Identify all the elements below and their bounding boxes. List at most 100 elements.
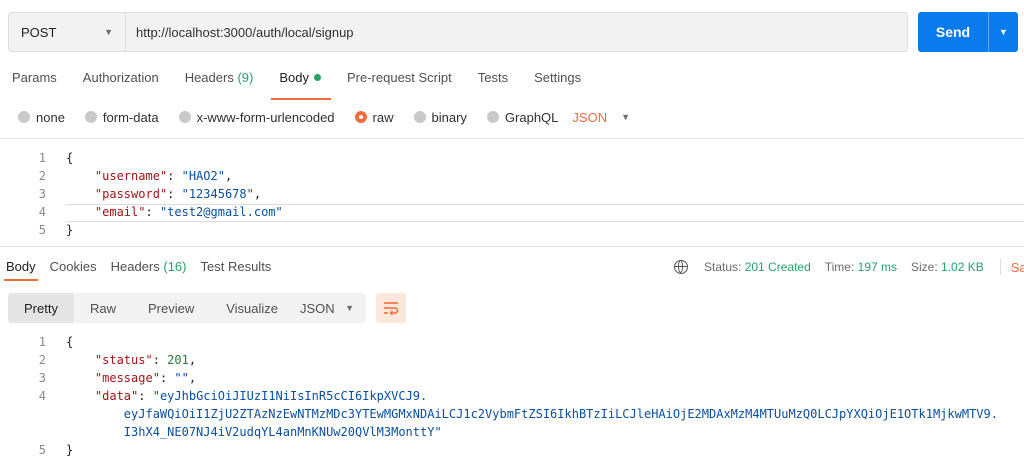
body-type-radios: none form-data x-www-form-urlencoded raw…	[18, 108, 630, 126]
json-key: "email"	[94, 205, 146, 219]
code-line: 1{	[0, 149, 283, 167]
json-value: "eyJhbGciOiJIUzI1NiIsInR5cCI6IkpXVCJ9.	[152, 389, 428, 403]
send-button[interactable]: Send	[918, 12, 988, 52]
tab-label: Headers	[184, 70, 234, 85]
json-brace: {	[66, 151, 74, 165]
request-tabs: Params Authorization Headers (9) Body Pr…	[0, 70, 595, 100]
radio-form-data[interactable]: form-data	[84, 109, 159, 125]
response-view-tabs: Pretty Raw Preview Visualize	[8, 293, 295, 323]
tab-label: Body	[279, 70, 309, 85]
json-value: "test2@gmail.com"	[159, 205, 283, 219]
view-tab-visualize[interactable]: Visualize	[210, 293, 294, 323]
radio-label: form-data	[102, 109, 159, 125]
tab-cookies[interactable]: Cookies	[44, 259, 105, 274]
radio-circle-icon	[178, 111, 191, 123]
status-info: Status: 201 Created	[704, 260, 811, 274]
wrap-lines-icon	[384, 302, 399, 315]
radio-x-www-form-urlencoded[interactable]: x-www-form-urlencoded	[178, 109, 335, 125]
radio-graphql[interactable]: GraphQL	[486, 110, 558, 125]
json-key: "data"	[94, 389, 139, 403]
code-line: 4 "data": "eyJhbGciOiJIUzI1NiIsInR5cCI6I…	[0, 387, 998, 405]
size-info: Size: 1.02 KB	[911, 260, 984, 274]
globe-icon[interactable]	[674, 260, 688, 274]
method-label: POST	[21, 24, 57, 40]
method-select[interactable]: POST ▼	[9, 13, 126, 51]
tab-label: Test Results	[200, 259, 272, 274]
request-body-editor[interactable]: 1{ 2 "username": "HAO2", 3 "password": "…	[0, 149, 283, 239]
radio-circle-icon	[413, 111, 426, 123]
headers-count: (16)	[163, 259, 187, 274]
radio-circle-icon	[18, 111, 30, 123]
tab-response-body[interactable]: Body	[0, 259, 44, 281]
view-tab-raw[interactable]: Raw	[74, 293, 132, 323]
tab-headers[interactable]: Headers (9)	[173, 70, 268, 96]
json-value: ""	[174, 371, 189, 385]
tab-params[interactable]: Params	[0, 70, 71, 96]
line-number: 3	[38, 187, 46, 201]
headers-count: (9)	[237, 70, 254, 85]
radio-circle-icon	[84, 111, 97, 123]
code-line: 2 "username": "HAO2",	[0, 167, 283, 185]
url-input[interactable]: http://localhost:3000/auth/local/signup	[126, 25, 354, 40]
response-body-viewer[interactable]: 1{ 2 "status": 201, 3 "message": "", 4 "…	[0, 333, 998, 459]
chevron-down-icon: ▼	[345, 303, 354, 313]
code-line: 3 "password": "12345678",	[0, 185, 283, 203]
status-label: Status:	[704, 260, 742, 274]
radio-binary[interactable]: binary	[413, 109, 467, 125]
response-meta: Status: 201 Created Time: 197 ms Size: 1…	[674, 259, 1024, 275]
code-line: 4 "email": "test2@gmail.com"	[0, 203, 283, 221]
code-line-wrapped: I3hX4_NE07NJ4iV2udqYL4anMnKNUw20QVlM3Mon…	[0, 423, 998, 441]
json-key: "status"	[94, 353, 153, 367]
radio-circle-icon	[486, 111, 499, 123]
line-number: 4	[38, 205, 46, 219]
size-value: 1.02 KB	[941, 260, 984, 274]
json-brace: }	[66, 443, 74, 457]
wrap-lines-button[interactable]	[376, 293, 406, 323]
chevron-down-icon: ▼	[104, 27, 113, 37]
line-number: 2	[38, 353, 46, 367]
code-line: 2 "status": 201,	[0, 351, 998, 369]
radio-none[interactable]: none	[18, 110, 65, 125]
tab-label: Settings	[534, 70, 582, 85]
response-format-select[interactable]: JSON ▼	[290, 293, 366, 323]
tab-settings[interactable]: Settings	[522, 70, 595, 96]
body-indicator-dot-icon	[313, 74, 321, 81]
divider	[0, 246, 1024, 247]
code-line: 5}	[0, 221, 283, 239]
line-number: 1	[38, 335, 46, 349]
radio-label: raw	[372, 109, 394, 125]
radio-label: binary	[431, 109, 467, 125]
format-label: JSON	[300, 300, 335, 316]
radio-label: x-www-form-urlencoded	[196, 109, 335, 125]
send-options-chevron-icon[interactable]: ▼	[988, 12, 1018, 52]
language-label: JSON	[572, 109, 608, 125]
tab-tests[interactable]: Tests	[466, 70, 522, 96]
line-number: 5	[38, 223, 46, 237]
radio-raw[interactable]: raw	[354, 109, 394, 125]
tab-response-headers[interactable]: Headers (16)	[105, 259, 195, 274]
code-line-wrapped: eyJfaWQiOiI1ZjU2ZTAzNzEwNTMzMDc3YTEwMGMx…	[0, 405, 998, 423]
code-line: 5}	[0, 441, 998, 459]
line-number: 1	[38, 151, 46, 165]
line-number: 4	[38, 389, 46, 403]
response-tabs: Body Cookies Headers (16) Test Results	[0, 259, 280, 281]
view-tab-preview[interactable]: Preview	[132, 293, 210, 323]
body-language-select[interactable]: JSON ▼	[572, 110, 630, 125]
send-button-group: Send ▼	[918, 12, 1018, 52]
line-number: 2	[38, 169, 46, 183]
save-response-button[interactable]: Sav	[1011, 260, 1024, 275]
tab-body[interactable]: Body	[267, 70, 335, 100]
tab-pre-request-script[interactable]: Pre-request Script	[335, 70, 466, 96]
view-tab-pretty[interactable]: Pretty	[8, 293, 74, 323]
tab-test-results[interactable]: Test Results	[195, 259, 280, 274]
tab-authorization[interactable]: Authorization	[71, 70, 173, 96]
divider	[999, 259, 1001, 275]
tab-label: Body	[6, 259, 36, 274]
status-value: 201 Created	[744, 260, 811, 274]
request-url-bar: POST ▼ http://localhost:3000/auth/local/…	[8, 12, 908, 52]
tab-label: Cookies	[49, 259, 97, 274]
tab-label: Params	[12, 70, 57, 85]
json-value: "HAO2"	[181, 169, 225, 183]
json-value: 201	[167, 353, 189, 367]
line-number: 5	[38, 443, 46, 457]
